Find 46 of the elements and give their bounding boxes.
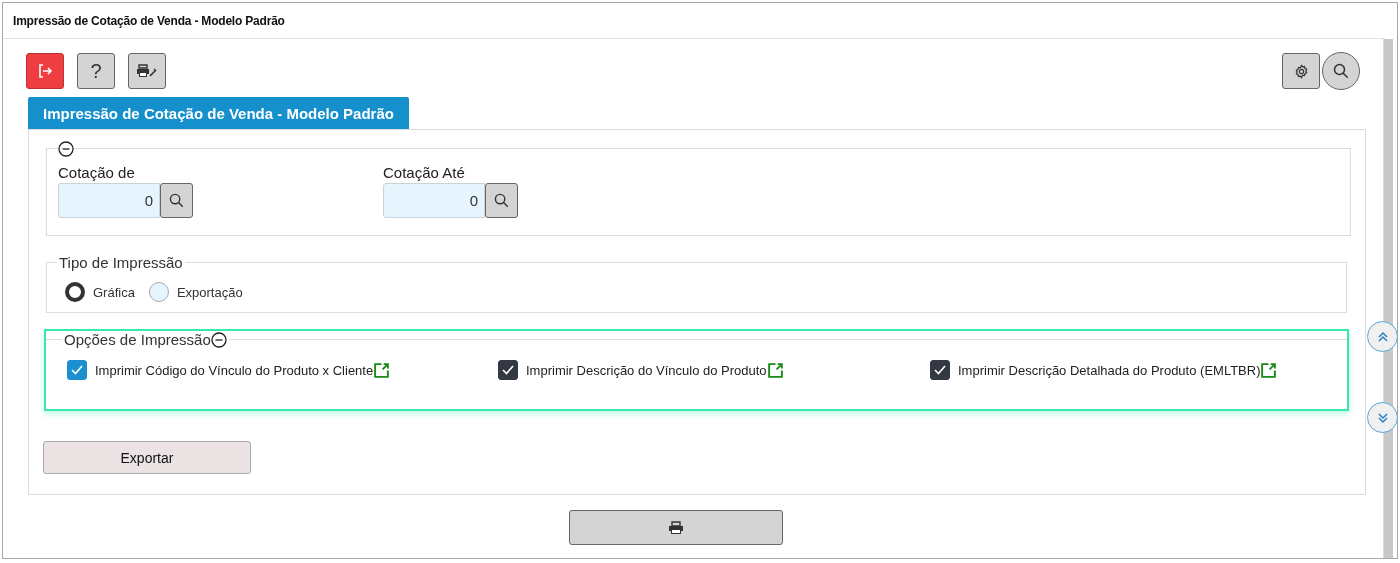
group-title: Opções de Impressão: [64, 331, 211, 348]
field-label: Cotação de: [58, 164, 136, 183]
search-button[interactable]: [1322, 52, 1360, 90]
group-title: Tipo de Impressão: [58, 254, 184, 271]
checkbox[interactable]: [498, 360, 518, 380]
tab[interactable]: Impressão de Cotação de Venda - Modelo Padrão: [28, 97, 409, 129]
field-label: Cotação Até: [383, 164, 466, 183]
scroll-up-button[interactable]: [1367, 321, 1398, 352]
radio-button[interactable]: [65, 282, 85, 302]
checkbox-label: Imprimir Código do Vínculo do Produto x Cliente: [95, 362, 374, 378]
lookup-button[interactable]: [160, 183, 193, 218]
window-title: Impressão de Cotação de Venda - Modelo Padrão: [13, 13, 285, 28]
scroll-down-button[interactable]: [1367, 402, 1398, 433]
checkbox-label: Imprimir Descrição Detalhada do Produto (EMLTBR): [958, 362, 1261, 378]
quote-number-field[interactable]: 0: [383, 183, 485, 218]
external-link-icon[interactable]: [1260, 361, 1278, 379]
checkbox-label: Imprimir Descrição do Vínculo do Produto: [526, 362, 767, 378]
quote-number-field[interactable]: 0: [58, 183, 160, 218]
print-button[interactable]: [568, 510, 783, 545]
external-link-icon[interactable]: [373, 361, 391, 379]
radio-label: Exportação: [176, 284, 243, 300]
export-button[interactable]: Exportar: [43, 441, 251, 474]
exit-icon: [37, 63, 53, 79]
collapse-icon[interactable]: [58, 141, 74, 157]
printer-wrench-icon: [136, 64, 158, 78]
radio-button[interactable]: [148, 282, 169, 302]
search-icon: [494, 193, 509, 208]
check-icon: [933, 363, 947, 377]
checkbox[interactable]: [67, 360, 87, 380]
settings-button[interactable]: [1282, 53, 1320, 89]
settings-icon: [1293, 63, 1309, 79]
search-icon: [169, 193, 184, 208]
collapse-icon[interactable]: [210, 331, 227, 348]
check-icon: [70, 363, 84, 377]
double-chevron-up-icon: [1376, 330, 1389, 343]
search-icon: [1333, 63, 1349, 79]
help-button[interactable]: ?: [77, 53, 115, 89]
check-icon: [501, 363, 515, 377]
exit-button[interactable]: [26, 53, 64, 89]
checkbox[interactable]: [930, 360, 950, 380]
printer-icon: [667, 520, 684, 535]
print-setup-button[interactable]: [128, 53, 166, 89]
lookup-button[interactable]: [485, 183, 518, 218]
external-link-icon[interactable]: [766, 361, 784, 379]
radio-label: Gráfica: [93, 284, 135, 300]
double-chevron-down-icon: [1376, 411, 1389, 424]
